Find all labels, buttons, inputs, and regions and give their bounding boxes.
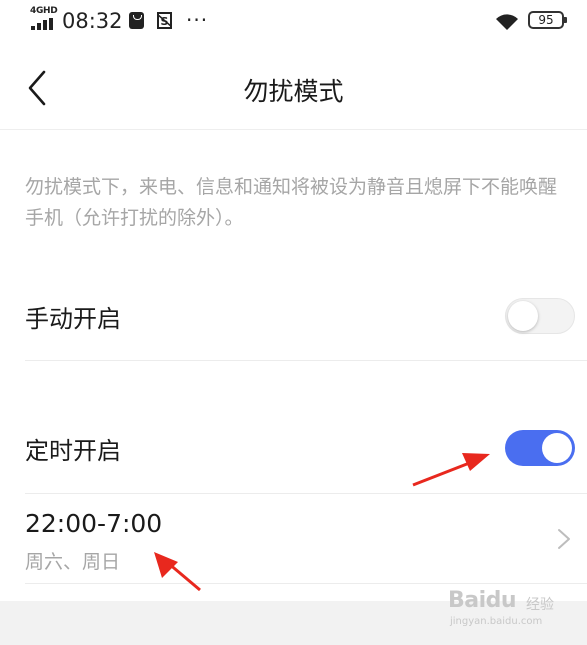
schedule-time-range: 22:00-7:00 xyxy=(25,509,163,538)
divider xyxy=(25,583,587,584)
scheduled-enable-toggle[interactable] xyxy=(505,430,575,466)
battery-icon: 95 xyxy=(528,11,567,29)
page-title: 勿扰模式 xyxy=(243,77,344,106)
shopping-bag-icon xyxy=(129,12,144,29)
divider xyxy=(25,493,587,494)
app-notification-icon: S xyxy=(157,12,172,29)
manual-enable-label: 手动开启 xyxy=(25,305,121,333)
header: 勿扰模式 xyxy=(0,44,587,130)
status-bar: 4GHD 08:32 S ··· 95 xyxy=(0,0,587,44)
manual-enable-toggle[interactable] xyxy=(505,298,575,334)
schedule-days: 周六、周日 xyxy=(25,551,121,573)
battery-level: 95 xyxy=(538,13,554,27)
toggle-knob xyxy=(508,301,538,331)
arrow-to-toggle xyxy=(412,453,490,487)
schedule-time-row[interactable]: 22:00-7:00 周六、周日 xyxy=(0,495,587,583)
watermark-brand: Baidu xyxy=(448,588,517,613)
header-divider xyxy=(0,129,587,130)
watermark-brand-cn: 经验 xyxy=(526,597,554,613)
network-type: 4GHD xyxy=(30,6,58,16)
toggle-knob xyxy=(542,433,572,463)
scheduled-enable-label: 定时开启 xyxy=(25,437,121,465)
description-text: 勿扰模式下，来电、信息和通知将被设为静音且熄屏下不能唤醒手机（允许打扰的除外）。 xyxy=(25,176,558,229)
chevron-right-icon xyxy=(558,529,570,549)
watermark-url: jingyan.baidu.com xyxy=(450,616,543,627)
do-not-disturb-screen: 4GHD 08:32 S ··· 95 勿扰模式 勿扰模式下，来电、信息和通知将… xyxy=(0,0,587,645)
more-notifications-icon: ··· xyxy=(186,8,209,32)
signal-icon xyxy=(31,18,55,30)
baidu-watermark: Baidu 经验 jingyan.baidu.com xyxy=(448,588,578,636)
wifi-icon xyxy=(496,14,518,30)
divider xyxy=(25,360,587,361)
status-time: 08:32 xyxy=(62,9,123,33)
